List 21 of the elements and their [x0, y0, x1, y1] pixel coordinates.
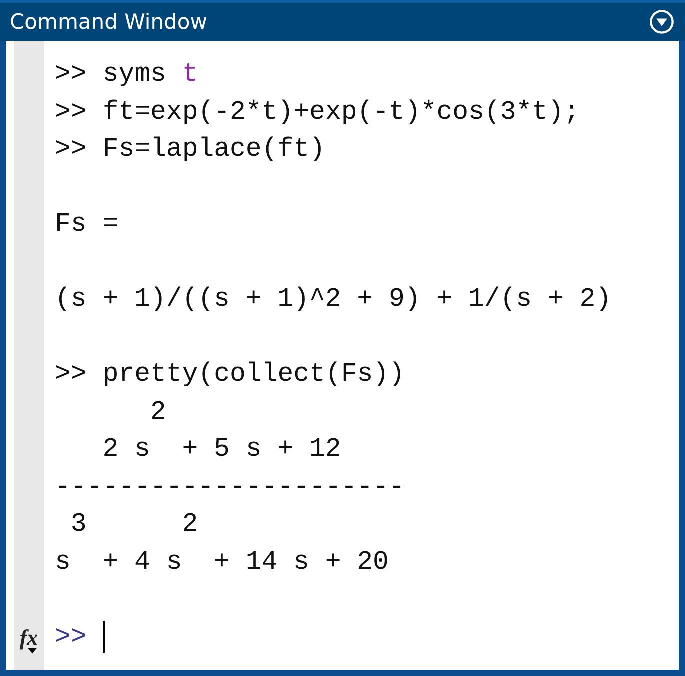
output-text: 2 s + 5 s + 12	[102, 433, 342, 466]
output-text: 3 2	[70, 508, 198, 541]
output-text: ----------------------	[55, 470, 405, 504]
caret-icon	[28, 648, 38, 654]
command-text: syms t	[102, 58, 198, 91]
command-text: Fs=laplace(ft)	[102, 133, 326, 166]
text-cursor[interactable]	[102, 621, 105, 654]
output-text: 2	[149, 396, 166, 428]
window-title: Command Window	[10, 10, 208, 34]
prompt: >>	[55, 620, 87, 654]
output-text: Fs =	[55, 208, 119, 241]
prompt: >>	[55, 96, 87, 128]
prompt: >>	[55, 358, 87, 391]
prompt: >>	[55, 58, 87, 91]
command-text: ft=exp(-2*t)+exp(-t)*cos(3*t);	[102, 96, 580, 128]
output-text: (s + 1)/((s + 1)^2 + 9) + 1/(s + 2)	[55, 283, 612, 316]
output-text: s + 4 s + 14 s + 20	[55, 546, 389, 578]
prompt: >>	[55, 133, 87, 166]
command-text: pretty(collect(Fs))	[102, 358, 405, 391]
function-browser-button[interactable]: fx	[20, 628, 38, 654]
dropdown-menu-icon[interactable]	[649, 9, 675, 35]
